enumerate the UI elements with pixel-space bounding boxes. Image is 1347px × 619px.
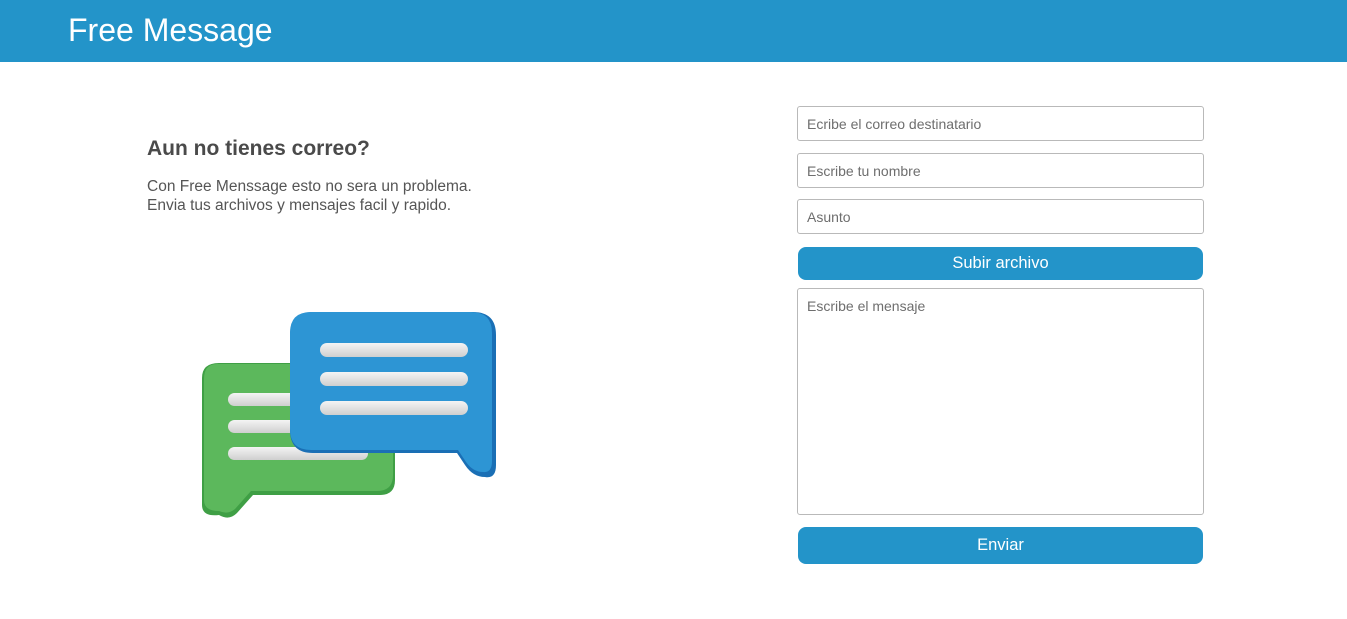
app-title: Free Message: [68, 12, 273, 48]
intro-line-2: Envia tus archivos y mensajes facil y ra…: [147, 197, 452, 214]
message-textarea[interactable]: [797, 288, 1204, 515]
recipient-email-input[interactable]: [797, 106, 1204, 141]
intro-line-1: Con Free Menssage esto no sera un proble…: [147, 178, 472, 195]
intro-heading: Aun no tienes correo?: [147, 137, 370, 160]
upload-file-button[interactable]: Subir archivo: [798, 247, 1203, 280]
app-header: Free Message: [0, 0, 1347, 62]
send-button[interactable]: Enviar: [798, 527, 1203, 564]
blue-bubble: [290, 312, 496, 478]
sender-name-input[interactable]: [797, 153, 1204, 188]
chat-bubbles-icon: [195, 305, 505, 530]
intro-description: Con Free Menssage esto no sera un proble…: [147, 177, 567, 215]
subject-input[interactable]: [797, 199, 1204, 234]
